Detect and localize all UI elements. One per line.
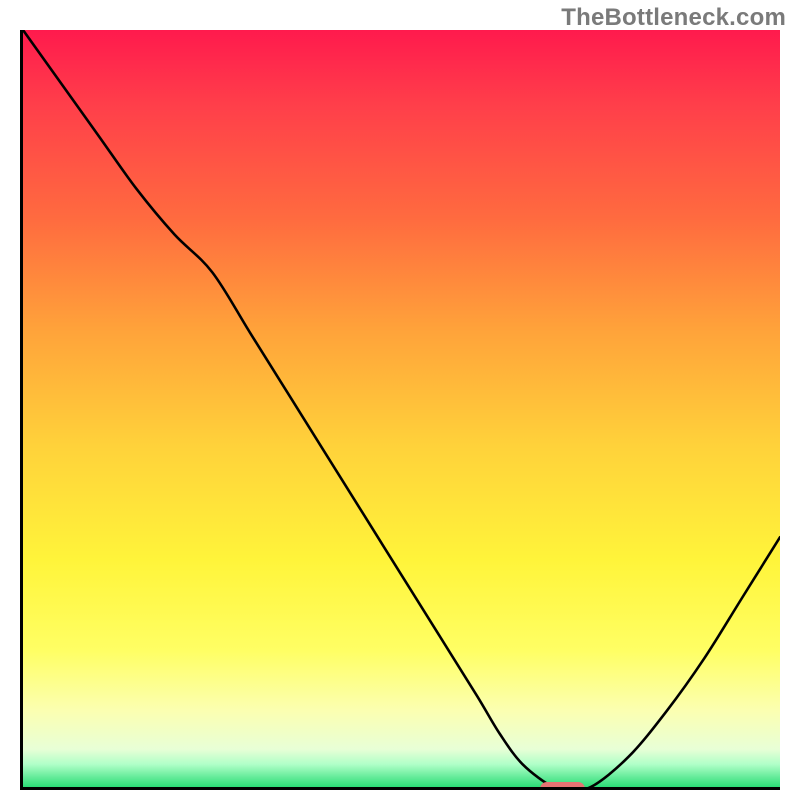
plot-area	[20, 30, 780, 790]
watermark-text: TheBottleneck.com	[561, 4, 786, 32]
chart-stage: TheBottleneck.com	[0, 0, 800, 800]
bottleneck-curve	[23, 30, 780, 787]
curve-svg	[23, 30, 780, 787]
optimal-marker	[540, 782, 586, 790]
